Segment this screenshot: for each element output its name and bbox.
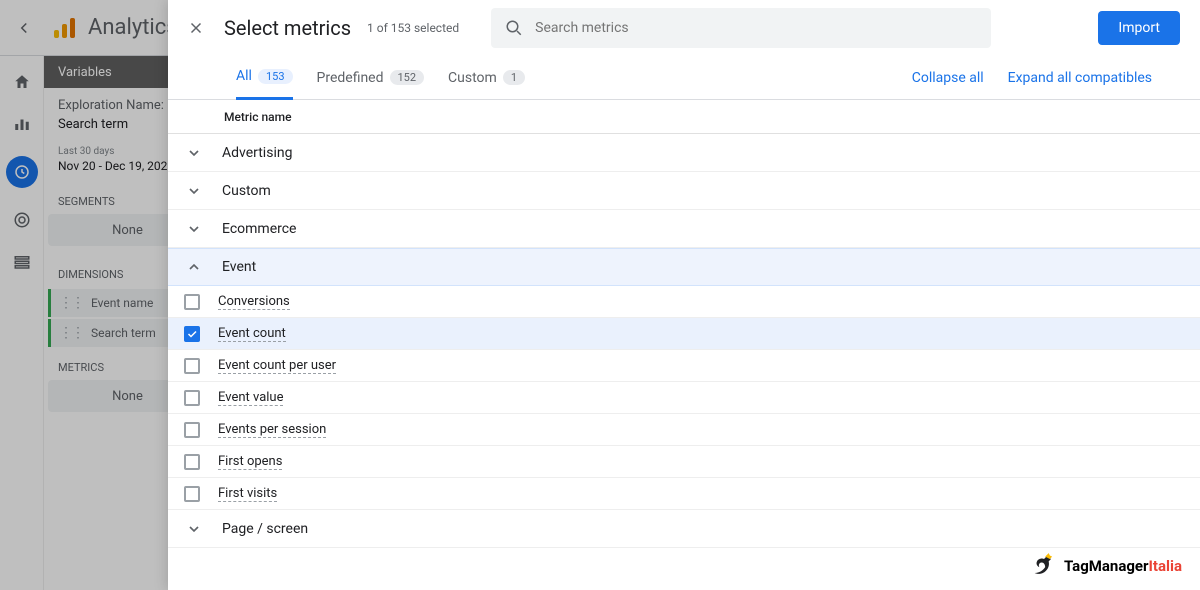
checkbox[interactable] — [184, 454, 200, 470]
tab-label: All — [236, 68, 252, 84]
chip-label: Search term — [91, 326, 156, 340]
metric-group-row[interactable]: Custom — [168, 172, 1200, 210]
metric-label: Event count — [218, 326, 286, 342]
ga-logo-lockup: Analytics — [48, 15, 178, 40]
group-name: Ecommerce — [222, 221, 296, 237]
metric-group-row[interactable]: Event — [168, 248, 1200, 286]
checkbox[interactable] — [184, 294, 200, 310]
search-field[interactable] — [491, 8, 991, 48]
metric-group-row[interactable]: Page / screen — [168, 510, 1200, 548]
metric-row[interactable]: Conversions — [168, 286, 1200, 318]
checkbox[interactable] — [184, 486, 200, 502]
metric-label: Event value — [218, 390, 283, 406]
back-button[interactable] — [0, 0, 48, 56]
product-title: Analytics — [88, 15, 178, 40]
import-button[interactable]: Import — [1098, 11, 1180, 45]
chevron-down-icon — [184, 145, 204, 161]
metric-row[interactable]: First visits — [168, 478, 1200, 510]
group-name: Advertising — [222, 145, 292, 161]
metric-label: First visits — [218, 486, 277, 502]
close-icon[interactable] — [180, 12, 212, 44]
tab-label: Predefined — [317, 70, 384, 86]
drag-handle-icon: ⋮⋮ — [59, 295, 83, 311]
dialog-title: Select metrics — [224, 16, 351, 40]
tab-custom[interactable]: Custom 1 — [448, 56, 525, 100]
metric-row[interactable]: Event value — [168, 382, 1200, 414]
chevron-down-icon — [184, 521, 204, 537]
analytics-logo-icon — [52, 16, 76, 40]
metric-label: Event count per user — [218, 358, 336, 374]
search-input[interactable] — [535, 20, 977, 36]
checkbox[interactable] — [184, 358, 200, 374]
metric-label: Conversions — [218, 294, 290, 310]
advertising-icon[interactable] — [12, 210, 32, 230]
metric-row[interactable]: First opens — [168, 446, 1200, 478]
footer-brand: TagManagerItalia — [1030, 552, 1182, 580]
checkbox[interactable] — [184, 390, 200, 406]
chevron-down-icon — [184, 221, 204, 237]
group-name: Event — [222, 259, 256, 275]
metric-row[interactable]: Event count — [168, 318, 1200, 350]
checkbox[interactable] — [184, 422, 200, 438]
metric-row[interactable]: Events per session — [168, 414, 1200, 446]
left-nav-rail — [0, 56, 44, 590]
tab-count: 153 — [258, 69, 293, 84]
group-name: Page / screen — [222, 521, 308, 537]
select-metrics-dialog: Select metrics 1 of 153 selected Import … — [168, 0, 1200, 590]
selection-count: 1 of 153 selected — [367, 21, 459, 35]
metric-label: First opens — [218, 454, 282, 470]
bird-icon — [1030, 552, 1058, 580]
metric-group-row[interactable]: Advertising — [168, 134, 1200, 172]
tab-all[interactable]: All 153 — [236, 56, 293, 100]
configure-icon[interactable] — [12, 252, 32, 272]
metric-list: Advertising Custom Ecommerce Event Conversio… — [168, 134, 1200, 590]
column-header-metric-name: Metric name — [168, 100, 1200, 134]
checkbox[interactable] — [184, 326, 200, 342]
metric-row[interactable]: Event count per user — [168, 350, 1200, 382]
tab-label: Custom — [448, 70, 497, 86]
group-name: Custom — [222, 183, 271, 199]
search-icon — [505, 19, 523, 37]
chevron-up-icon — [184, 259, 204, 275]
tab-predefined[interactable]: Predefined 152 — [317, 56, 425, 100]
reports-icon[interactable] — [12, 114, 32, 134]
metric-label: Events per session — [218, 422, 326, 438]
chip-label: Event name — [91, 296, 153, 310]
home-icon[interactable] — [12, 72, 32, 92]
expand-compatibles-link[interactable]: Expand all compatibles — [1008, 70, 1152, 86]
drag-handle-icon: ⋮⋮ — [59, 325, 83, 341]
explore-icon[interactable] — [6, 156, 38, 188]
metric-group-row[interactable]: Ecommerce — [168, 210, 1200, 248]
chevron-down-icon — [184, 183, 204, 199]
tab-count: 1 — [503, 70, 525, 85]
collapse-all-link[interactable]: Collapse all — [912, 70, 984, 86]
tab-count: 152 — [390, 70, 425, 85]
